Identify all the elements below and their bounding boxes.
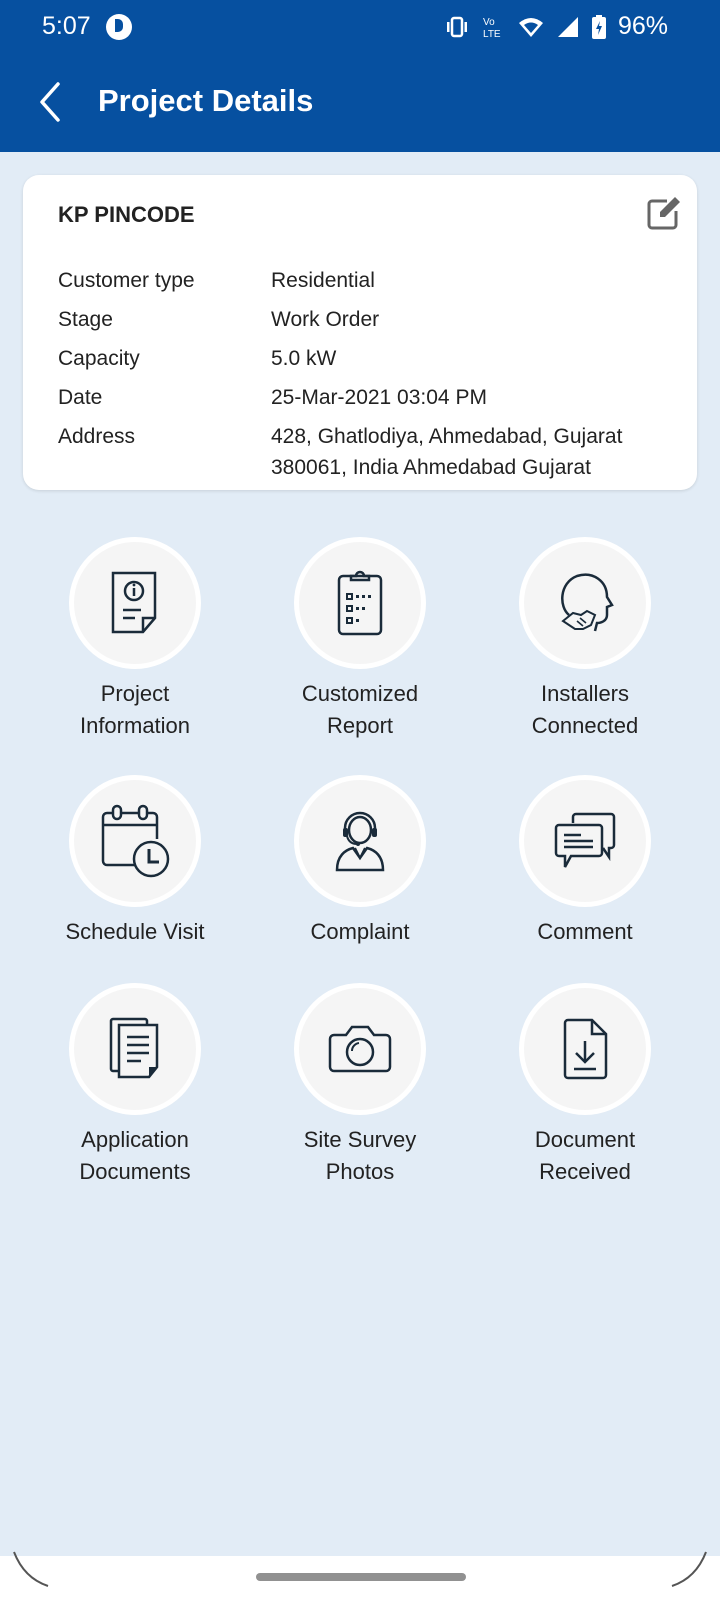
battery-charging-icon	[591, 14, 606, 39]
menu-label: Project Information	[79, 681, 191, 738]
project-summary-card: KP PINCODE Customer type Residential Stag…	[23, 175, 697, 490]
screen-corner-left	[13, 1551, 49, 1587]
clipboard-checklist-icon	[337, 570, 383, 636]
calendar-clock-icon	[101, 804, 170, 878]
menu-customized-report[interactable]: Customized Report	[248, 542, 472, 742]
field-value: Residential	[271, 269, 375, 292]
wifi-icon	[518, 17, 543, 37]
edit-icon[interactable]	[643, 193, 683, 233]
vibrate-icon	[446, 16, 467, 37]
project-name: KP PINCODE	[58, 202, 195, 227]
document-download-icon	[563, 1018, 608, 1080]
field-address: Address 428, Ghatlodiya, Ahmedabad, Gujar…	[58, 417, 678, 483]
battery-percent: 96%	[617, 12, 668, 40]
document-info-icon	[111, 571, 157, 634]
menu-label: Installers Connected	[531, 681, 639, 738]
menu-label: Site Survey Photos	[303, 1127, 417, 1184]
field-value: 25-Mar-2021 03:04 PM	[271, 386, 487, 409]
app-bar: 5:07 Vo LTE 96% Project Details	[0, 0, 720, 152]
menu-complaint[interactable]: Complaint	[248, 780, 472, 948]
field-customer-type: Customer type Residential	[58, 261, 678, 300]
back-arrow-icon[interactable]	[30, 78, 70, 126]
menu-application-documents[interactable]: Application Documents	[23, 988, 247, 1188]
menu-installers-connected[interactable]: Installers Connected	[473, 542, 697, 742]
menu-label: Application Documents	[79, 1127, 191, 1184]
app-notification-icon	[106, 14, 132, 40]
menu-schedule-visit[interactable]: Schedule Visit	[23, 780, 247, 948]
project-fields: Customer type Residential Stage Work Order…	[58, 261, 678, 483]
page-title: Project Details	[98, 83, 314, 118]
menu-label: Document Received	[534, 1127, 636, 1184]
documents-icon	[109, 1017, 159, 1079]
field-date: Date 25-Mar-2021 03:04 PM	[58, 378, 678, 417]
field-value: 5.0 kW	[271, 347, 337, 370]
home-gesture-handle[interactable]	[256, 1573, 466, 1581]
field-stage: Stage Work Order	[58, 300, 678, 339]
field-label: Capacity	[58, 347, 140, 370]
svg-text:LTE: LTE	[483, 29, 501, 39]
menu-site-survey-photos[interactable]: Site Survey Photos	[248, 988, 472, 1188]
signal-icon	[557, 16, 578, 37]
support-agent-icon	[335, 811, 385, 872]
field-label: Address	[58, 425, 136, 448]
status-bar: 5:07 Vo LTE 96%	[0, 0, 720, 56]
field-value: Work Order	[271, 308, 380, 331]
chat-bubbles-icon	[554, 812, 616, 868]
menu-label: Customized Report	[301, 681, 419, 738]
screen-corner-right	[671, 1551, 707, 1587]
status-time: 5:07	[42, 12, 91, 40]
handshake-head-icon	[561, 573, 614, 632]
menu-label: Comment	[537, 919, 633, 944]
camera-icon	[328, 1025, 392, 1073]
field-label: Date	[58, 386, 103, 409]
field-label: Customer type	[58, 269, 195, 292]
menu-label: Complaint	[310, 919, 410, 944]
field-capacity: Capacity 5.0 kW	[58, 339, 678, 378]
menu-label: Schedule Visit	[65, 919, 205, 944]
svg-text:Vo: Vo	[483, 17, 495, 28]
menu-project-information[interactable]: Project Information	[23, 542, 247, 742]
volte-icon: VoLTE	[483, 17, 501, 39]
field-value: 428, Ghatlodiya, Ahmedabad, Gujarat 3800…	[271, 425, 623, 479]
field-label: Stage	[58, 308, 113, 331]
menu-comment[interactable]: Comment	[473, 780, 697, 948]
menu-document-received[interactable]: Document Received	[473, 988, 697, 1188]
